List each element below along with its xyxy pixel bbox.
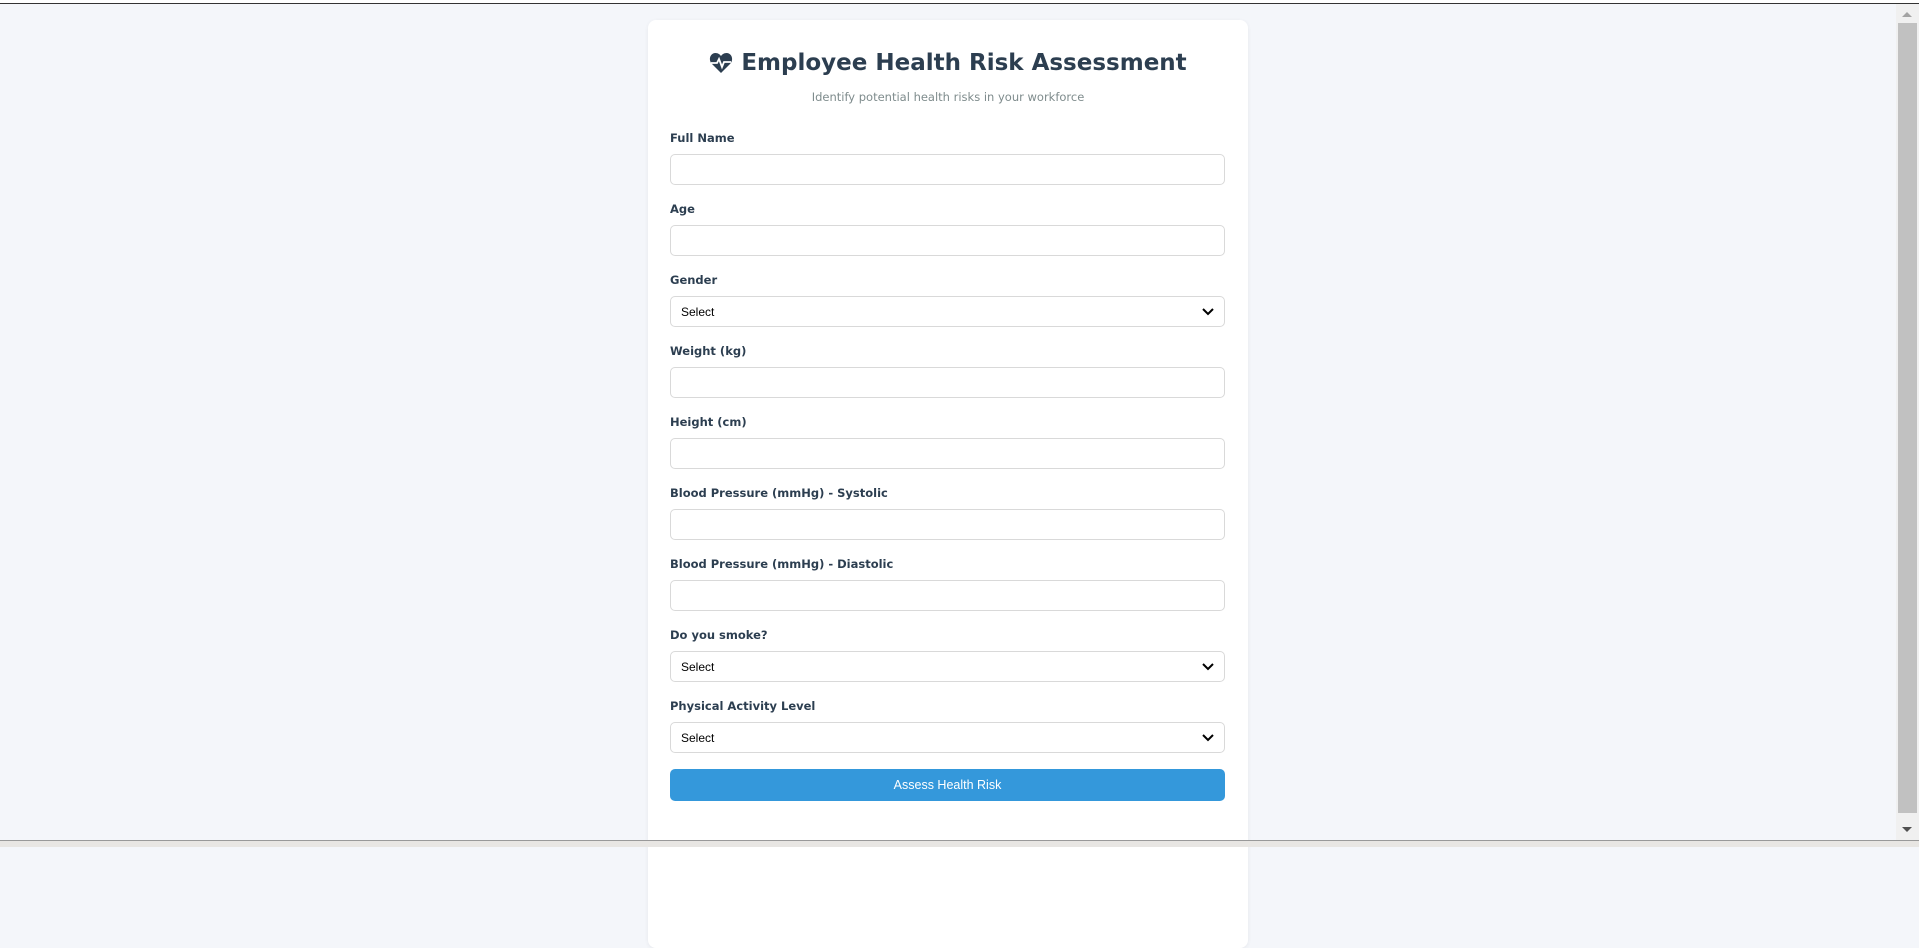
health-form: Full Name Age Gender Select Weight (kg) … bbox=[670, 130, 1226, 801]
field-gender: Gender Select bbox=[670, 272, 1226, 327]
vertical-scrollbar[interactable] bbox=[1896, 4, 1919, 840]
assessment-card: Employee Health Risk Assessment Identify… bbox=[648, 20, 1248, 948]
smoke-select[interactable]: Select bbox=[670, 651, 1225, 682]
scroll-up-arrow-icon[interactable] bbox=[1902, 12, 1912, 17]
gender-select[interactable]: Select bbox=[670, 296, 1225, 327]
weight-input[interactable] bbox=[670, 367, 1225, 398]
field-label: Physical Activity Level bbox=[670, 699, 816, 713]
field-weight: Weight (kg) bbox=[670, 343, 1226, 398]
scrollbar-thumb[interactable] bbox=[1898, 23, 1917, 813]
field-label: Age bbox=[670, 202, 695, 216]
field-label: Blood Pressure (mmHg) - Systolic bbox=[670, 486, 888, 500]
field-label: Full Name bbox=[670, 131, 735, 145]
field-activity: Physical Activity Level Select bbox=[670, 698, 1226, 753]
heartbeat-icon bbox=[710, 53, 733, 73]
field-label: Height (cm) bbox=[670, 415, 747, 429]
field-label: Gender bbox=[670, 273, 718, 287]
field-label: Weight (kg) bbox=[670, 344, 747, 358]
field-height: Height (cm) bbox=[670, 414, 1226, 469]
field-systolic: Blood Pressure (mmHg) - Systolic bbox=[670, 485, 1226, 540]
chevron-down-icon bbox=[1202, 307, 1214, 315]
field-label: Blood Pressure (mmHg) - Diastolic bbox=[670, 557, 894, 571]
age-input[interactable] bbox=[670, 225, 1225, 256]
systolic-input[interactable] bbox=[670, 509, 1225, 540]
activity-level-select[interactable]: Select bbox=[670, 722, 1225, 753]
chevron-down-icon bbox=[1202, 662, 1214, 670]
title-text: Employee Health Risk Assessment bbox=[741, 50, 1187, 76]
chevron-down-icon bbox=[1202, 733, 1214, 741]
full-name-input[interactable] bbox=[670, 154, 1225, 185]
select-value: Select bbox=[681, 730, 715, 745]
scroll-down-arrow-icon[interactable] bbox=[1902, 827, 1912, 832]
field-label: Do you smoke? bbox=[670, 628, 768, 642]
select-value: Select bbox=[681, 304, 715, 319]
page-title: Employee Health Risk Assessment bbox=[670, 48, 1226, 78]
window-top-border bbox=[0, 0, 1919, 4]
diastolic-input[interactable] bbox=[670, 580, 1225, 611]
field-diastolic: Blood Pressure (mmHg) - Diastolic bbox=[670, 556, 1226, 611]
field-smoke: Do you smoke? Select bbox=[670, 627, 1226, 682]
page-subtitle: Identify potential health risks in your … bbox=[811, 90, 1085, 104]
select-value: Select bbox=[681, 659, 715, 674]
height-input[interactable] bbox=[670, 438, 1225, 469]
field-full-name: Full Name bbox=[670, 130, 1226, 185]
assess-health-risk-button[interactable]: Assess Health Risk bbox=[670, 769, 1225, 801]
field-age: Age bbox=[670, 201, 1226, 256]
